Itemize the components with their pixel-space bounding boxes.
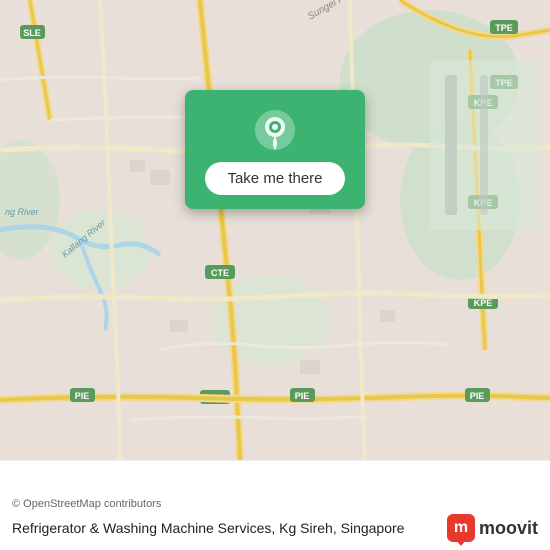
- take-me-there-button[interactable]: Take me there: [205, 162, 344, 195]
- svg-text:ng River: ng River: [5, 207, 40, 217]
- map-view[interactable]: CTE CTE CTE KPE KPE KPE PIE PIE PIE SLE …: [0, 0, 550, 460]
- svg-text:SLE: SLE: [23, 28, 41, 38]
- svg-text:PIE: PIE: [75, 391, 90, 401]
- location-name: Refrigerator & Washing Machine Services,…: [12, 519, 437, 537]
- location-popup: Take me there: [185, 90, 365, 209]
- svg-text:PIE: PIE: [295, 391, 310, 401]
- osm-credit: © OpenStreetMap contributors: [12, 498, 538, 510]
- location-pin-icon: [253, 108, 297, 152]
- svg-text:CTE: CTE: [211, 268, 229, 278]
- bottom-info-bar: © OpenStreetMap contributors Refrigerato…: [0, 460, 550, 550]
- moovit-icon: m: [447, 514, 475, 542]
- svg-text:TPE: TPE: [495, 23, 513, 33]
- location-info-row: Refrigerator & Washing Machine Services,…: [12, 514, 538, 542]
- svg-text:KPE: KPE: [474, 298, 493, 308]
- moovit-text: moovit: [479, 518, 538, 539]
- svg-text:PIE: PIE: [470, 391, 485, 401]
- moovit-logo: m moovit: [447, 514, 538, 542]
